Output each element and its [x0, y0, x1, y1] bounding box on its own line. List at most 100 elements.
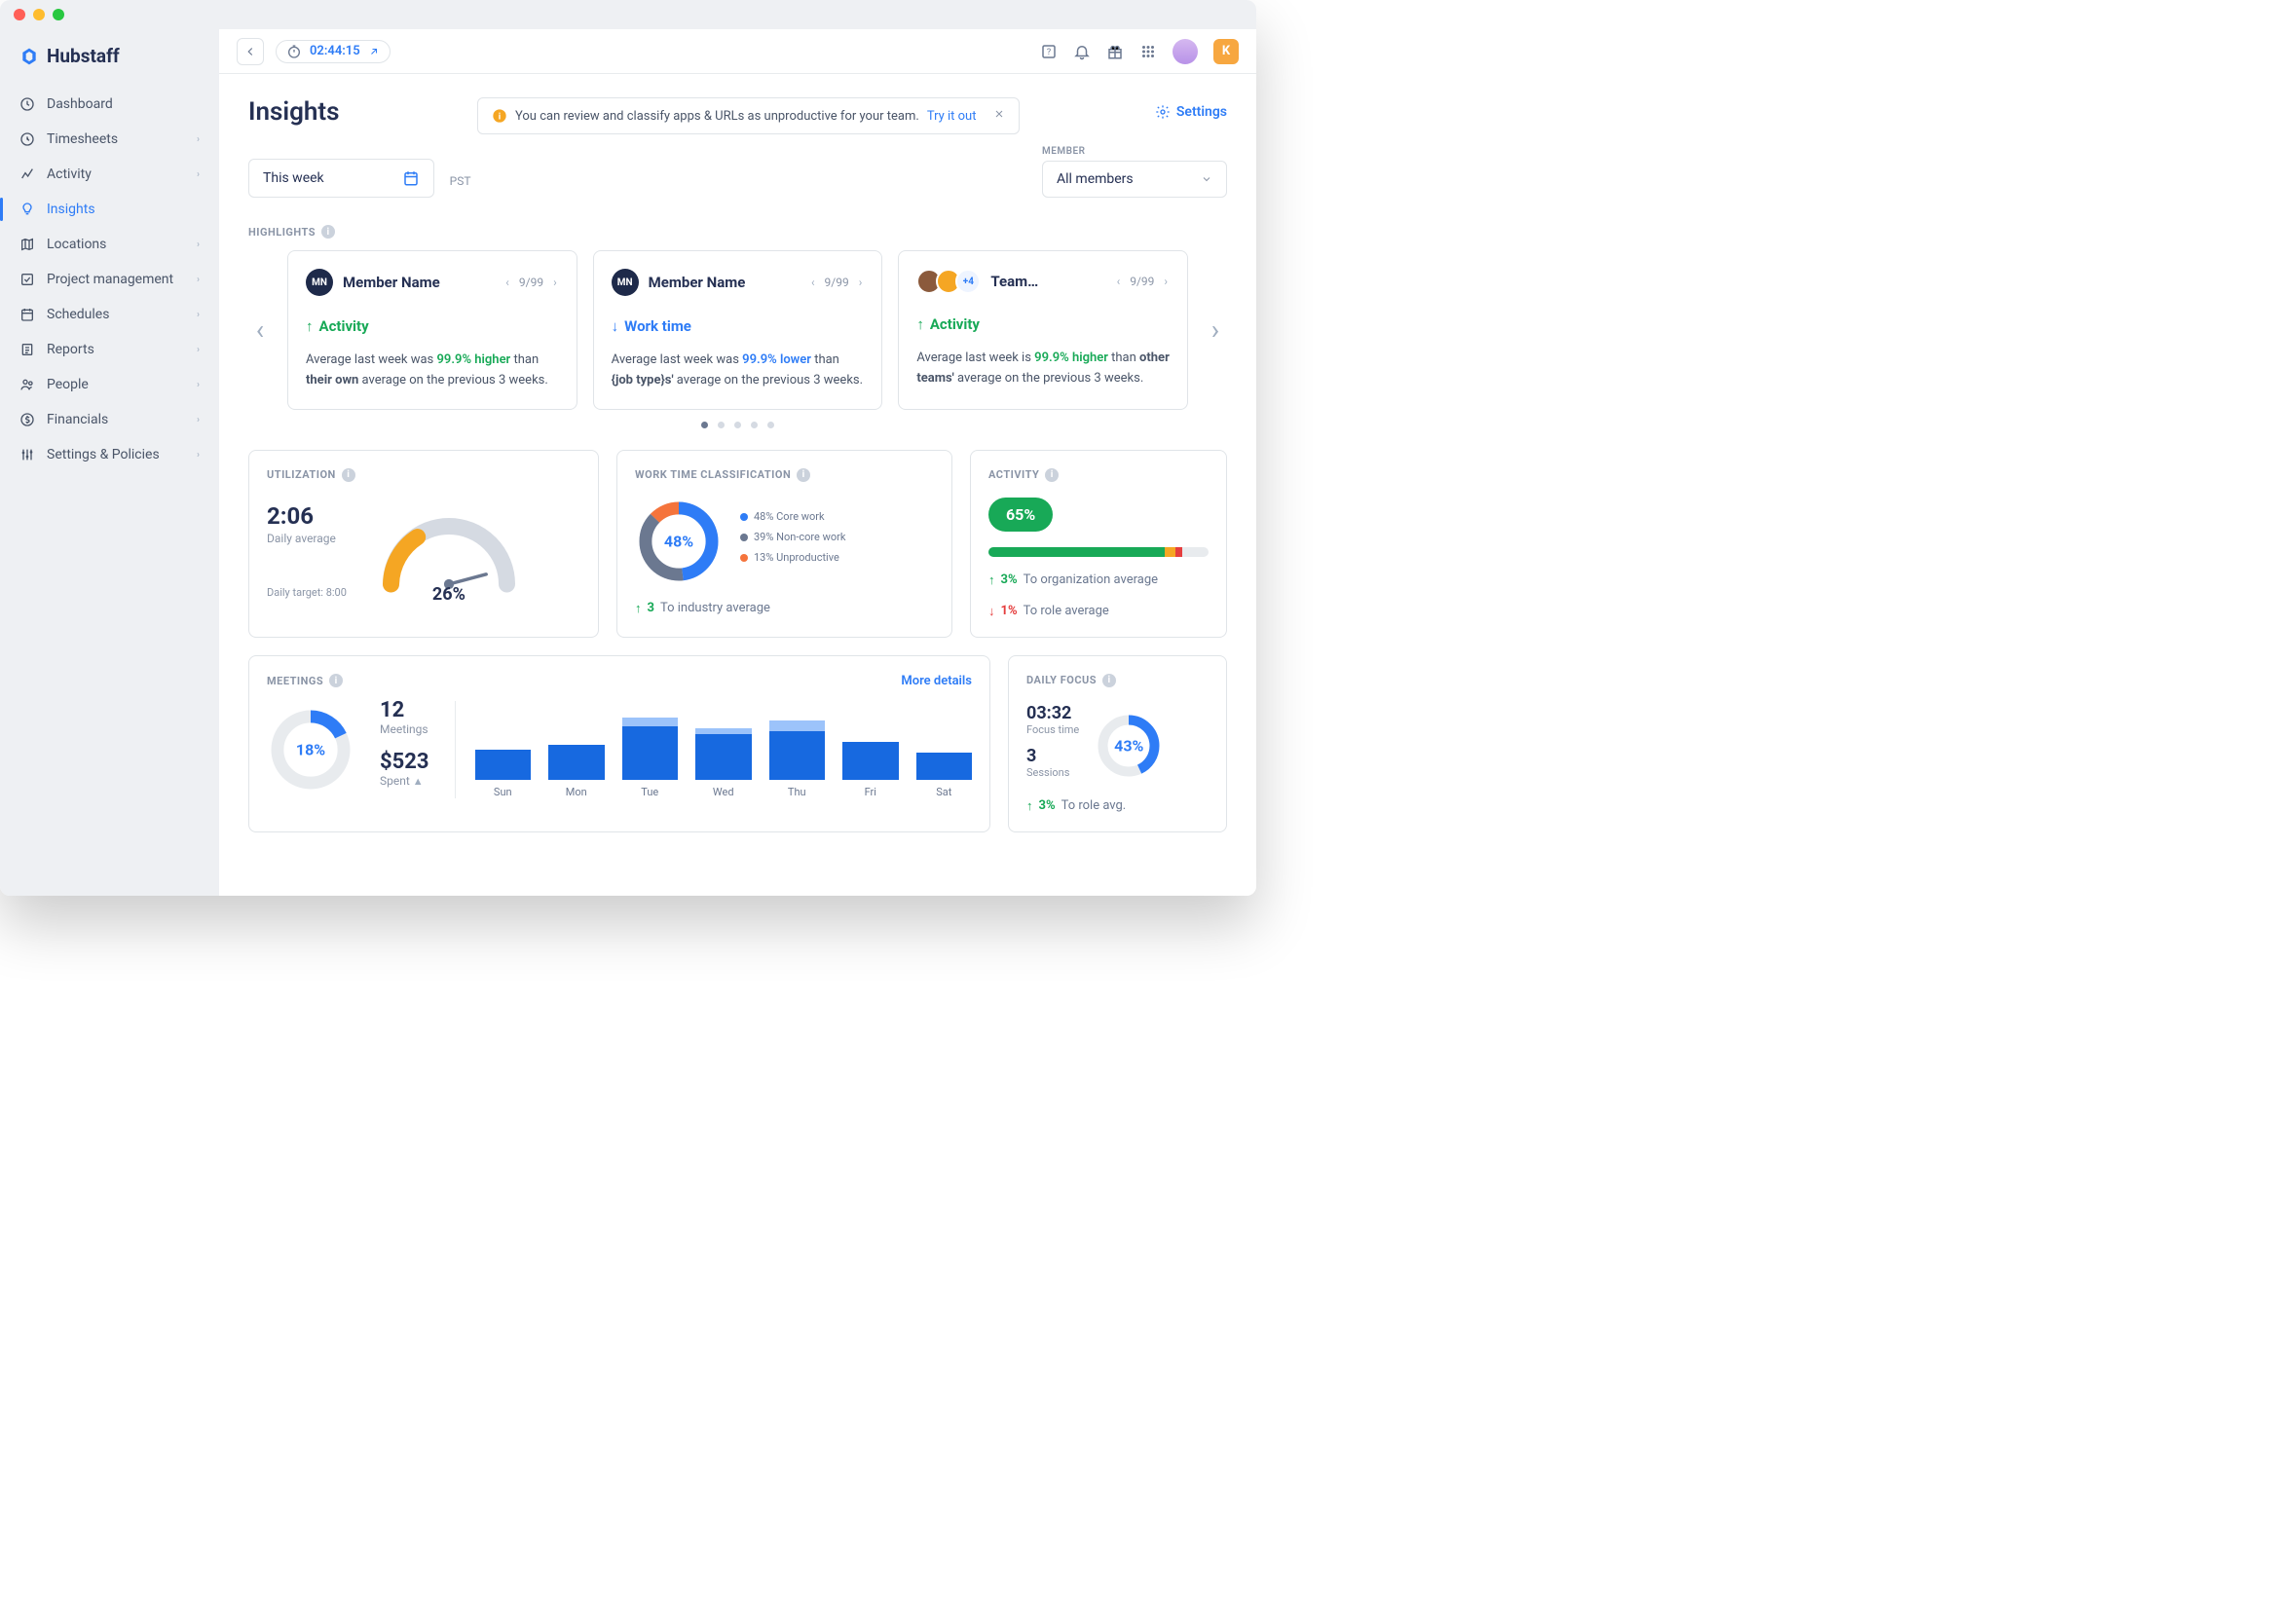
sidebar-item-activity[interactable]: Activity› — [0, 157, 219, 192]
info-icon[interactable]: i — [1045, 468, 1059, 482]
info-icon[interactable]: i — [329, 674, 343, 687]
apps-grid-icon[interactable] — [1139, 43, 1157, 60]
card-next[interactable]: › — [857, 274, 865, 291]
worktime-donut: 48% — [635, 498, 723, 585]
info-icon[interactable]: i — [342, 468, 355, 482]
sidebar-item-people[interactable]: People› — [0, 367, 219, 402]
popout-icon — [368, 46, 380, 57]
info-icon[interactable]: i — [1102, 674, 1116, 687]
sidebar-item-project-management[interactable]: Project management› — [0, 262, 219, 297]
member-filter-select[interactable]: All members — [1042, 161, 1227, 198]
carousel-prev[interactable]: ‹ — [248, 314, 272, 346]
maximize-window-icon[interactable] — [53, 9, 64, 20]
sidebar-item-insights[interactable]: Insights — [0, 192, 219, 227]
nav-icon — [19, 166, 35, 182]
arrow-down-icon: ↓ — [988, 604, 995, 619]
metric-label: ↑ Activity — [306, 317, 559, 335]
gift-icon[interactable] — [1106, 43, 1124, 60]
card-member-name: Team… — [990, 273, 1038, 290]
card-prev[interactable]: ‹ — [809, 274, 817, 291]
chevron-right-icon: › — [197, 240, 200, 250]
utilization-sub: Daily average — [267, 532, 347, 545]
info-icon[interactable]: i — [321, 225, 335, 239]
nav-icon — [19, 377, 35, 392]
sidebar-item-dashboard[interactable]: Dashboard — [0, 87, 219, 122]
card-next[interactable]: › — [551, 274, 559, 291]
chevron-right-icon: › — [197, 415, 200, 425]
bell-icon[interactable] — [1073, 43, 1091, 60]
arrow-left-icon — [243, 45, 257, 58]
chevron-right-icon: › — [197, 450, 200, 461]
warning-icon: ▲ — [413, 775, 424, 788]
card-pager-text: 9/99 — [519, 276, 543, 289]
card-member-name: Member Name — [343, 274, 440, 291]
card-next[interactable]: › — [1162, 273, 1170, 290]
back-button[interactable] — [237, 38, 264, 65]
info-icon: i — [492, 108, 507, 124]
chevron-right-icon: › — [197, 275, 200, 285]
bar-column: Fri — [842, 702, 899, 798]
banner-text: You can review and classify apps & URLs … — [515, 109, 919, 124]
svg-text:?: ? — [1047, 48, 1051, 57]
brand-logo[interactable]: Hubstaff — [0, 45, 219, 87]
close-icon — [993, 108, 1005, 120]
info-icon[interactable]: i — [797, 468, 810, 482]
settings-link[interactable]: Settings — [1155, 104, 1227, 120]
hubstaff-logo-icon — [19, 47, 39, 66]
sidebar-item-timesheets[interactable]: Timesheets› — [0, 122, 219, 157]
sidebar-item-financials[interactable]: Financials› — [0, 402, 219, 437]
minimize-window-icon[interactable] — [33, 9, 45, 20]
chevron-right-icon: › — [197, 169, 200, 180]
member-filter-label: MEMBER — [1042, 146, 1227, 157]
nav-icon — [19, 96, 35, 112]
card-description: Average last week is 99.9% higher than o… — [916, 349, 1170, 389]
nav-icon — [19, 202, 35, 217]
arrow-up-icon: ↑ — [635, 601, 642, 616]
info-banner: i You can review and classify apps & URL… — [477, 97, 1020, 134]
daily-focus-panel: DAILY FOCUSi 03:32 Focus time 3 Sessions — [1008, 655, 1227, 832]
user-avatar[interactable] — [1173, 39, 1198, 64]
sidebar-item-reports[interactable]: Reports› — [0, 332, 219, 367]
close-window-icon[interactable] — [14, 9, 25, 20]
card-prev[interactable]: ‹ — [503, 274, 511, 291]
highlight-card: MN Member Name ‹ 9/99 › ↓ Work time Aver… — [593, 250, 883, 410]
meetings-donut: 18% — [267, 706, 354, 794]
arrow-up-icon: ↑ — [916, 315, 924, 333]
team-avatars: +4 — [916, 269, 981, 294]
banner-cta[interactable]: Try it out — [927, 109, 977, 124]
nav-icon — [19, 131, 35, 147]
metric-label: ↓ Work time — [612, 317, 865, 335]
topbar: 02:44:15 ? K — [219, 29, 1256, 74]
arrow-down-icon: ↓ — [612, 317, 619, 335]
legend-item: 13% Unproductive — [740, 551, 845, 564]
focus-donut: 43% — [1095, 712, 1163, 780]
utilization-time: 2:06 — [267, 502, 347, 530]
nav-icon — [19, 272, 35, 287]
sidebar-item-locations[interactable]: Locations› — [0, 227, 219, 262]
sidebar-item-settings-policies[interactable]: Settings & Policies› — [0, 437, 219, 472]
carousel-next[interactable]: › — [1204, 314, 1227, 346]
banner-close[interactable] — [993, 108, 1005, 124]
bar-column: Wed — [695, 702, 752, 798]
date-range-select[interactable]: This week — [248, 159, 434, 198]
nav-icon — [19, 447, 35, 462]
activity-bar — [988, 547, 1209, 557]
svg-text:i: i — [499, 111, 501, 122]
utilization-target: Daily target: 8:00 — [267, 586, 347, 599]
metric-label: ↑ Activity — [916, 315, 1170, 333]
user-badge[interactable]: K — [1213, 39, 1239, 64]
card-prev[interactable]: ‹ — [1115, 273, 1123, 290]
carousel-dots[interactable] — [248, 422, 1227, 428]
highlights-label: HIGHLIGHTS i — [248, 225, 1227, 239]
arrow-up-icon: ↑ — [306, 317, 314, 335]
bar-column: Sat — [916, 702, 973, 798]
sidebar-item-schedules[interactable]: Schedules› — [0, 297, 219, 332]
nav-icon — [19, 342, 35, 357]
arrow-up-icon: ↑ — [1026, 798, 1033, 814]
meetings-more-link[interactable]: More details — [901, 674, 972, 688]
bar-column: Sun — [475, 702, 532, 798]
chevron-right-icon: › — [197, 134, 200, 145]
timer-widget[interactable]: 02:44:15 — [276, 40, 391, 63]
help-icon[interactable]: ? — [1040, 43, 1058, 60]
bar-column: Mon — [548, 702, 605, 798]
